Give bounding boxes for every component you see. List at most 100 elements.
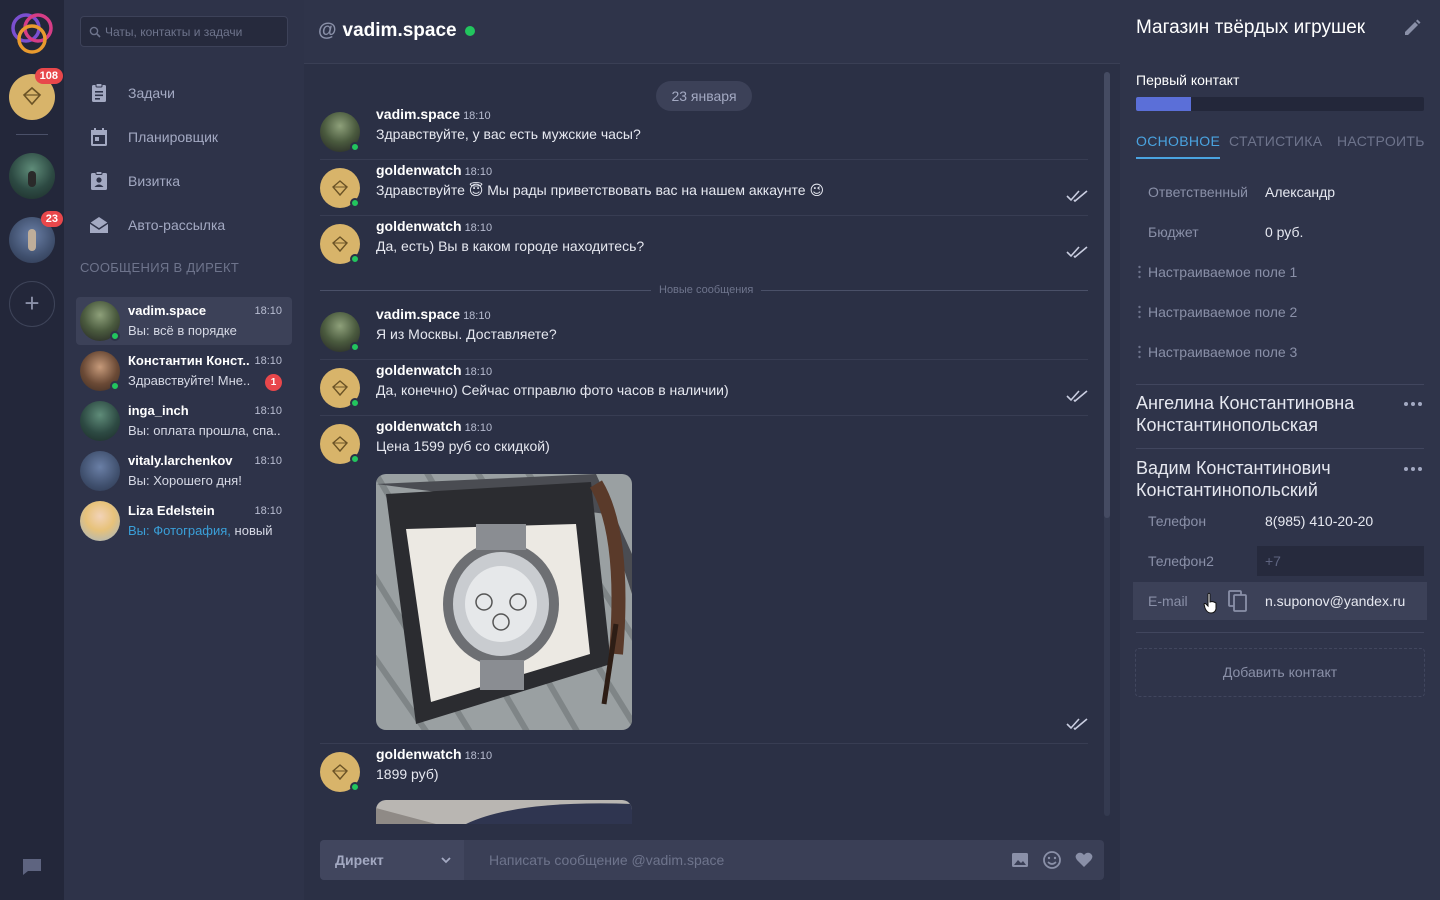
field-custom-1[interactable]: Настраиваемое поле 1 [1148, 264, 1297, 280]
author-name: vadim.space [376, 106, 461, 122]
image-icon[interactable] [1010, 850, 1030, 870]
double-check-icon [1066, 246, 1088, 259]
date-separator: 23 января [656, 81, 752, 111]
message-photo[interactable] [376, 800, 632, 824]
copy-icon[interactable] [1227, 589, 1249, 613]
field-phone[interactable]: Телефон 8(985) 410-20-20 [1148, 513, 1373, 529]
message-time: 18:10 [464, 166, 493, 178]
channel-select[interactable]: Директ [320, 840, 464, 880]
edit-pencil-icon[interactable] [1402, 18, 1422, 38]
dialog-preview: Вы: всё в порядке [128, 323, 237, 338]
dialog-item-inga-inch[interactable]: inga_inch 18:10 Вы: оплата прошла, спа.. [76, 397, 292, 445]
field-value: 8(985) 410-20-20 [1265, 513, 1374, 529]
field-value: 0 руб. [1265, 224, 1304, 240]
menu-item-business-card[interactable]: Визитка [88, 169, 180, 193]
dialog-name: vitaly.larchenkov [128, 453, 233, 468]
section-divider [1136, 632, 1424, 633]
author-name: vadim.space [376, 306, 461, 322]
watch-photo-image [376, 800, 632, 824]
account-3[interactable]: 23 [9, 211, 63, 263]
online-indicator [350, 142, 360, 152]
message-photo[interactable] [376, 474, 632, 730]
avatar-figure [28, 171, 36, 187]
message-text: Здравствуйте 😇 Мы рады приветствовать ва… [376, 182, 825, 198]
message-text: Да, конечно) Сейчас отправлю фото часов … [376, 382, 729, 398]
section-divider [1136, 384, 1424, 385]
field-custom-2[interactable]: Настраиваемое поле 2 [1148, 304, 1297, 320]
account-2[interactable] [9, 153, 55, 199]
menu-item-auto-mailing[interactable]: Авто-рассылка [88, 213, 225, 237]
drag-handle-icon[interactable] [1138, 305, 1141, 319]
field-label: Телефон [1148, 513, 1207, 529]
menu-item-label: Планировщик [128, 129, 219, 145]
tab-configure[interactable]: НАСТРОИТЬ [1337, 133, 1425, 157]
unread-badge: 1 [265, 374, 282, 391]
message-author: goldenwatch 18:10 [376, 362, 492, 378]
menu-item-scheduler[interactable]: Планировщик [88, 125, 218, 149]
chat-support-icon[interactable] [21, 857, 43, 877]
dialog-preview: Вы: Хорошего дня! [128, 473, 242, 488]
field-label: Настраиваемое поле 3 [1148, 344, 1298, 360]
deal-details-panel: Магазин твёрдых игрушек Первый контакт О… [1120, 0, 1440, 900]
chat-scrollbar-thumb[interactable] [1104, 72, 1110, 518]
chat-area: @ vadim.space 23 января vadim.space 18:10… [304, 0, 1120, 900]
message-input[interactable] [464, 840, 1004, 880]
field-responsible[interactable]: Ответственный Александр [1148, 184, 1335, 200]
dialog-name: Liza Edelstein [128, 503, 215, 518]
message-author: goldenwatch 18:10 [376, 746, 492, 762]
online-indicator [350, 342, 360, 352]
author-name: goldenwatch [376, 362, 462, 378]
online-indicator [110, 331, 120, 341]
dialog-time: 18:10 [254, 355, 282, 367]
dialog-time: 18:10 [254, 505, 282, 517]
add-contact-button[interactable]: Добавить контакт [1135, 648, 1425, 697]
add-account-button[interactable]: + [9, 281, 55, 327]
field-label: Телефон2 [1148, 553, 1214, 569]
message-composer: Директ [320, 840, 1104, 880]
menu-item-label: Визитка [128, 173, 181, 189]
tab-main[interactable]: ОСНОВНОЕ [1136, 133, 1221, 159]
dialog-item-konstantin[interactable]: Константин Конст.. 18:10 Здравствуйте! М… [76, 347, 292, 395]
field-phone2-label: Телефон2 [1148, 553, 1214, 569]
deal-stage-progress[interactable] [1136, 97, 1424, 111]
online-indicator [110, 381, 120, 391]
message-time: 18:10 [464, 222, 493, 234]
phone2-input[interactable] [1257, 546, 1424, 576]
author-name: goldenwatch [376, 162, 462, 178]
more-options-icon[interactable] [1403, 401, 1423, 407]
more-options-icon[interactable] [1403, 466, 1423, 472]
badge-icon [91, 171, 107, 190]
preview-text: новый [230, 523, 273, 538]
search-input[interactable] [81, 17, 287, 46]
contact-name[interactable]: Вадим Константинович Константинопольский [1136, 457, 1386, 501]
field-budget[interactable]: Бюджет 0 руб. [1148, 224, 1303, 240]
channel-select-value: Директ [335, 852, 384, 868]
drag-handle-icon[interactable] [1138, 345, 1141, 359]
calendar-icon [91, 128, 107, 146]
author-name: goldenwatch [376, 418, 462, 434]
watch-photo-image [376, 474, 632, 730]
menu-item-tasks[interactable]: Задачи [88, 81, 175, 105]
double-check-icon [1066, 190, 1088, 203]
dialog-item-liza-edelstein[interactable]: Liza Edelstein 18:10 Вы: Фотография, нов… [76, 497, 292, 545]
message-author: goldenwatch 18:10 [376, 218, 492, 234]
message-time: 18:10 [464, 366, 493, 378]
heart-icon[interactable] [1074, 850, 1094, 870]
avatar-figure [28, 229, 36, 251]
section-title-direct: СООБЩЕНИЯ В ДИРЕКТ [80, 260, 240, 275]
message-time: 18:10 [463, 110, 491, 122]
contact-name[interactable]: Ангелина Константиновна Константинопольс… [1136, 392, 1386, 436]
avatar [80, 451, 120, 491]
dialog-preview: Вы: Фотография, новый [128, 523, 288, 538]
emoji-icon[interactable] [1042, 850, 1062, 870]
dialog-item-vadim-space[interactable]: vadim.space 18:10 Вы: всё в порядке [76, 297, 292, 345]
field-email[interactable]: E-mail n.suponov@yandex.ru [1133, 582, 1427, 620]
app-logo-icon[interactable] [8, 8, 56, 58]
tab-statistics[interactable]: СТАТИСТИКА [1229, 133, 1322, 157]
message-divider [320, 159, 1088, 160]
field-custom-3[interactable]: Настраиваемое поле 3 [1148, 344, 1297, 360]
dialog-item-vitaly-larchenkov[interactable]: vitaly.larchenkov 18:10 Вы: Хорошего дня… [76, 447, 292, 495]
drag-handle-icon[interactable] [1138, 265, 1141, 279]
navigation-panel: Задачи Планировщик Визитка Авто-рассылка… [64, 0, 304, 900]
account-goldenwatch[interactable]: 108 [9, 68, 63, 120]
